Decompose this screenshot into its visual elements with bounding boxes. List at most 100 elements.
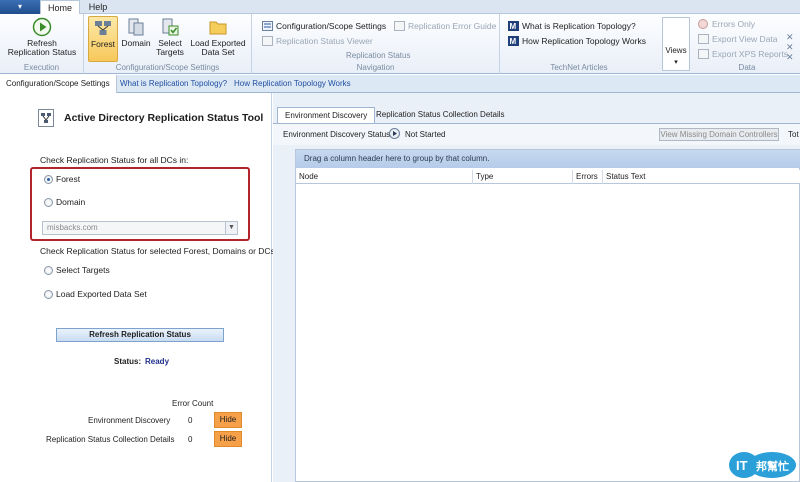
configuration-scope-settings-link[interactable]: Configuration/Scope Settings bbox=[262, 20, 386, 32]
what-is-topology-link[interactable]: What is Replication Topology? bbox=[114, 75, 233, 93]
svg-text:M: M bbox=[510, 37, 517, 46]
highlight-box bbox=[30, 167, 250, 241]
watermark-text-it: IT bbox=[736, 458, 748, 473]
load-exported-radio[interactable] bbox=[44, 290, 53, 299]
error-filter-icon bbox=[698, 19, 709, 29]
status-label: Status: bbox=[114, 357, 142, 366]
play-icon bbox=[32, 17, 52, 37]
errors-only-label: Errors Only bbox=[712, 19, 755, 29]
check-selected-label: Check Replication Status for selected Fo… bbox=[40, 246, 278, 256]
group-technet: M What is Replication Topology? M How Re… bbox=[500, 14, 658, 74]
env-status-value: Not Started bbox=[405, 130, 446, 139]
what-is-replication-topology-link[interactable]: M What is Replication Topology? bbox=[508, 20, 636, 32]
subgroup-label-replication-status: Replication Status bbox=[346, 51, 411, 60]
settings-small-icon: ✕ bbox=[786, 42, 794, 52]
views-label: Views bbox=[665, 46, 687, 55]
configuration-scope-settings-label: Configuration/Scope Settings bbox=[276, 21, 387, 31]
group-label-execution: Execution bbox=[23, 63, 60, 72]
collection-details-row-label: Replication Status Collection Details bbox=[46, 435, 175, 444]
group-label-scope: Configuration/Scope Settings bbox=[115, 63, 220, 72]
forest-button[interactable]: Forest bbox=[88, 16, 118, 62]
replication-status-viewer-label: Replication Status Viewer bbox=[276, 36, 373, 46]
load-exported-radio-label: Load Exported Data Set bbox=[56, 289, 147, 299]
svg-text:M: M bbox=[510, 22, 517, 31]
select-label-line2: Targets bbox=[156, 47, 184, 57]
domain-button[interactable]: Domain bbox=[120, 17, 152, 48]
refresh-replication-status-panel-button[interactable]: Refresh Replication Status bbox=[56, 328, 224, 342]
replication-status-viewer-link[interactable]: Replication Status Viewer bbox=[262, 35, 373, 47]
tab-help[interactable]: Help bbox=[82, 0, 114, 14]
results-grid: Drag a column header here to group by th… bbox=[295, 149, 800, 482]
ribbon: Refresh Replication Status Execution For… bbox=[0, 14, 800, 74]
watermark-logo: IT 邦幫忙 bbox=[728, 450, 798, 480]
column-header-node[interactable]: Node bbox=[296, 170, 473, 184]
select-targets-icon bbox=[160, 17, 180, 37]
collection-details-error-count: 0 bbox=[188, 435, 193, 444]
env-status-label: Environment Discovery Status: bbox=[283, 130, 393, 139]
app-menu-button[interactable]: ▾ bbox=[0, 0, 40, 14]
export-xps-reports-label: Export XPS Reports bbox=[712, 49, 789, 59]
refresh-replication-status-button[interactable]: Refresh Replication Status bbox=[4, 17, 80, 57]
ribbon-tab-row bbox=[0, 0, 800, 14]
column-header-errors[interactable]: Errors bbox=[573, 170, 603, 184]
folder-icon bbox=[208, 17, 228, 37]
settings-small-icon: ✕ bbox=[786, 52, 794, 62]
load-exported-data-set-button[interactable]: Load Exported Data Set bbox=[188, 17, 248, 57]
export-icon bbox=[698, 34, 709, 44]
errors-only-toggle[interactable]: Errors Only bbox=[698, 18, 755, 30]
select-targets-radio[interactable] bbox=[44, 266, 53, 275]
tool-title: Active Directory Replication Status Tool bbox=[64, 112, 264, 124]
chevron-down-icon: ▾ bbox=[674, 59, 678, 66]
configuration-panel: Active Directory Replication Status Tool… bbox=[0, 93, 277, 482]
tab-home[interactable]: Home bbox=[40, 0, 80, 14]
views-button[interactable]: Views ▾ bbox=[662, 17, 690, 71]
group-by-bar[interactable]: Drag a column header here to group by th… bbox=[296, 150, 800, 168]
column-header-status-text[interactable]: Status Text bbox=[603, 170, 800, 184]
column-header-type[interactable]: Type bbox=[473, 170, 573, 184]
settings-nav-icon bbox=[262, 21, 273, 31]
group-configuration-scope: Forest Domain Select Targets Load Export… bbox=[84, 14, 252, 74]
grid-header: Node Type Errors Status Text bbox=[296, 170, 800, 184]
check-all-label: Check Replication Status for all DCs in: bbox=[40, 155, 189, 165]
select-targets-button[interactable]: Select Targets bbox=[154, 17, 186, 57]
export-view-data-button[interactable]: Export View Data bbox=[698, 33, 778, 45]
group-label-navigation: Navigation bbox=[356, 63, 395, 72]
export-view-data-label: Export View Data bbox=[712, 34, 778, 44]
environment-discovery-error-count: 0 bbox=[188, 416, 193, 425]
hide-environment-discovery-button[interactable]: Hide bbox=[214, 412, 242, 428]
domain-icon bbox=[126, 17, 146, 37]
status-value: Ready bbox=[145, 357, 170, 366]
error-count-header: Error Count bbox=[172, 399, 214, 408]
how-works-label: How Replication Topology Works bbox=[522, 36, 646, 46]
status-viewer-icon bbox=[262, 36, 273, 46]
how-replication-topology-works-link[interactable]: M How Replication Topology Works bbox=[508, 35, 646, 47]
environment-discovery-status-bar: Environment Discovery Status: Not Starte… bbox=[273, 123, 800, 145]
results-panel: Environment Discovery Replication Status… bbox=[273, 93, 800, 482]
group-navigation: Configuration/Scope Settings Replication… bbox=[252, 14, 500, 74]
environment-discovery-row-label: Environment Discovery bbox=[88, 416, 171, 425]
how-topology-works-link[interactable]: How Replication Topology Works bbox=[228, 75, 357, 93]
navigation-link-strip: Configuration/Scope Settings What is Rep… bbox=[0, 75, 800, 93]
config-scope-tab-link[interactable]: Configuration/Scope Settings bbox=[0, 75, 117, 93]
group-data: Errors Only Export View Data Export XPS … bbox=[694, 14, 800, 74]
watermark-text-cjk: 邦幫忙 bbox=[756, 459, 789, 473]
replication-error-guide-link[interactable]: Replication Error Guide bbox=[394, 20, 496, 32]
forest-icon bbox=[93, 18, 113, 38]
load-label-line2: Data Set bbox=[201, 47, 235, 57]
group-label-technet: TechNet Articles bbox=[550, 63, 608, 72]
technet-icon: M bbox=[508, 21, 519, 31]
refresh-label-line2: Replication Status bbox=[7, 47, 77, 57]
hide-collection-details-button[interactable]: Hide bbox=[214, 431, 242, 447]
settings-small-icon: ✕ bbox=[786, 32, 794, 42]
technet-icon: M bbox=[508, 36, 519, 46]
group-execution: Refresh Replication Status Execution bbox=[0, 14, 84, 74]
arrow-right-icon bbox=[389, 128, 400, 139]
tab-replication-status-collection-details[interactable]: Replication Status Collection Details bbox=[369, 107, 512, 123]
select-targets-radio-label: Select Targets bbox=[56, 265, 110, 275]
tab-environment-discovery[interactable]: Environment Discovery bbox=[277, 107, 376, 123]
export-xps-reports-button[interactable]: Export XPS Reports bbox=[698, 48, 788, 60]
what-is-label: What is Replication Topology? bbox=[522, 21, 636, 31]
view-missing-domain-controllers-button[interactable]: View Missing Domain Controllers bbox=[659, 128, 779, 141]
xps-export-icon bbox=[698, 49, 709, 59]
total-label-cut: Tot bbox=[788, 130, 799, 139]
